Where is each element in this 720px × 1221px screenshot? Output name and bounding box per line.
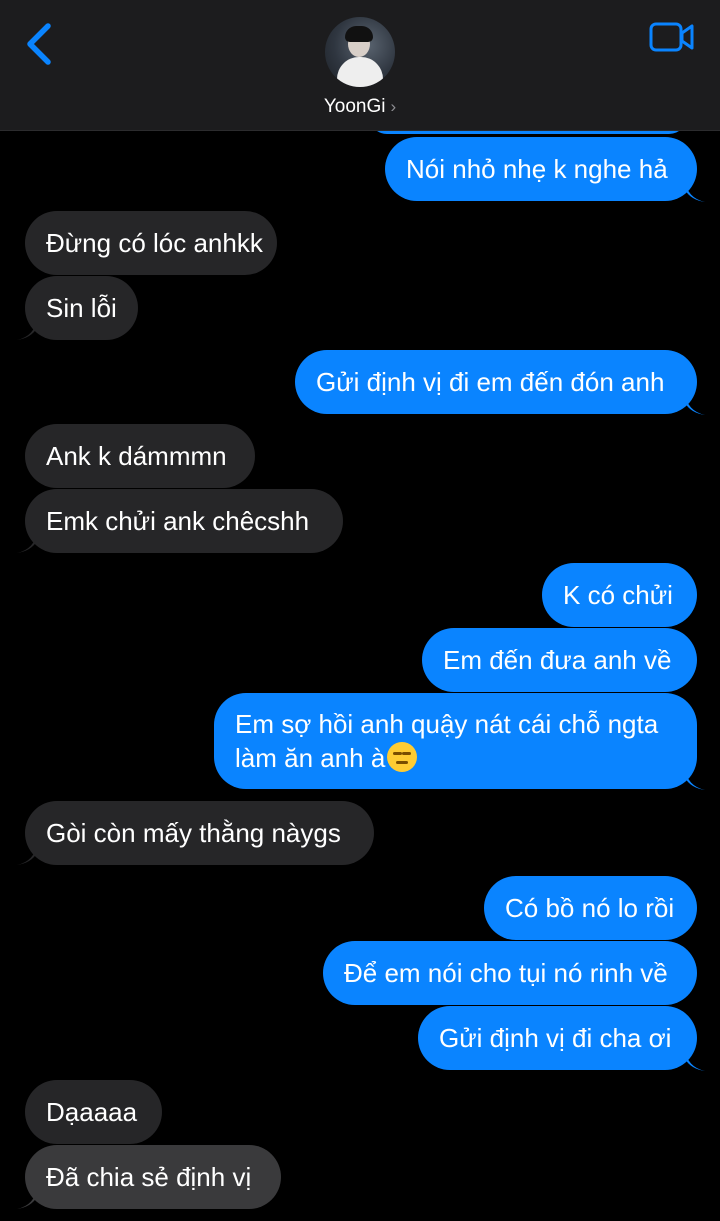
chevron-left-icon [27,23,51,65]
message-bubble-received[interactable]: Sin lỗi [25,276,138,340]
message-text: Đừng có lóc anhkk [46,228,263,258]
contact-avatar[interactable] [325,17,395,87]
message-bubble-sent[interactable]: Có bồ nó lo rồi [484,876,697,940]
message-text: Nói nhỏ nhẹ k nghe hả [406,154,668,184]
message-text: Ank k dámmmn [46,441,227,471]
message-thread[interactable]: Nói nhỏ nhẹ k nghe hả Đừng có lóc anhkk … [0,0,720,1221]
message-text: Để em nói cho tụi nó rinh về [344,958,668,988]
contact-name-button[interactable]: YoonGi › [0,96,720,118]
message-bubble-sent[interactable]: Gửi định vị đi cha ơi [418,1006,697,1070]
message-bubble-sent[interactable]: Em sợ hồi anh quậy nát cái chỗ ngta làm … [214,693,697,789]
chevron-right-icon: › [390,97,397,116]
message-bubble-received[interactable]: Dạaaaa [25,1080,162,1144]
message-bubble-sent[interactable]: Em đến đưa anh về [422,628,697,692]
expressionless-face-emoji [387,742,418,772]
message-bubble-sent[interactable]: Để em nói cho tụi nó rinh về [323,941,697,1005]
message-text: Gòi còn mấy thằng nàygs [46,818,341,848]
back-button[interactable] [22,22,58,66]
bubble-tail [685,1049,705,1071]
message-bubble-received[interactable]: Gòi còn mấy thằng nàygs [25,801,374,865]
message-bubble-sent[interactable]: Gửi định vị đi em đến đón anh [295,350,697,414]
message-bubble-sent[interactable]: Nói nhỏ nhẹ k nghe hả [385,137,697,201]
bubble-tail [685,180,705,202]
message-text: Em sợ hồi anh quậy nát cái chỗ ngta làm … [235,709,659,773]
messages-app: Nói nhỏ nhẹ k nghe hả Đừng có lóc anhkk … [0,0,720,1221]
bubble-tail [17,843,37,865]
message-bubble-sent[interactable]: K có chửi [542,563,697,627]
message-bubble-received[interactable]: Đừng có lóc anhkk [25,211,277,275]
message-text: Gửi định vị đi em đến đón anh [316,367,665,397]
bubble-tail [685,768,705,790]
message-bubble-received[interactable]: Ank k dámmmn [25,424,255,488]
message-text: Đã chia sẻ định vị [46,1162,252,1192]
message-text: Gửi định vị đi cha ơi [439,1023,672,1053]
contact-name: YoonGi [323,96,386,117]
bubble-tail [685,393,705,415]
message-text: Có bồ nó lo rồi [505,893,675,923]
conversation-header: YoonGi › [0,0,720,131]
message-bubble-received[interactable]: Emk chửi ank chêcshh [25,489,343,553]
message-text: K có chửi [563,580,673,610]
facetime-video-button[interactable] [648,20,696,54]
message-text: Emk chửi ank chêcshh [46,506,310,536]
video-camera-icon [649,22,694,52]
message-text: Sin lỗi [46,293,117,323]
message-text: Em đến đưa anh về [443,645,672,675]
shared-location-bubble[interactable]: Đã chia sẻ định vị [25,1145,281,1209]
bubble-tail [17,1187,37,1209]
message-text: Dạaaaa [46,1097,138,1127]
bubble-tail [17,531,37,553]
bubble-tail [17,318,37,340]
